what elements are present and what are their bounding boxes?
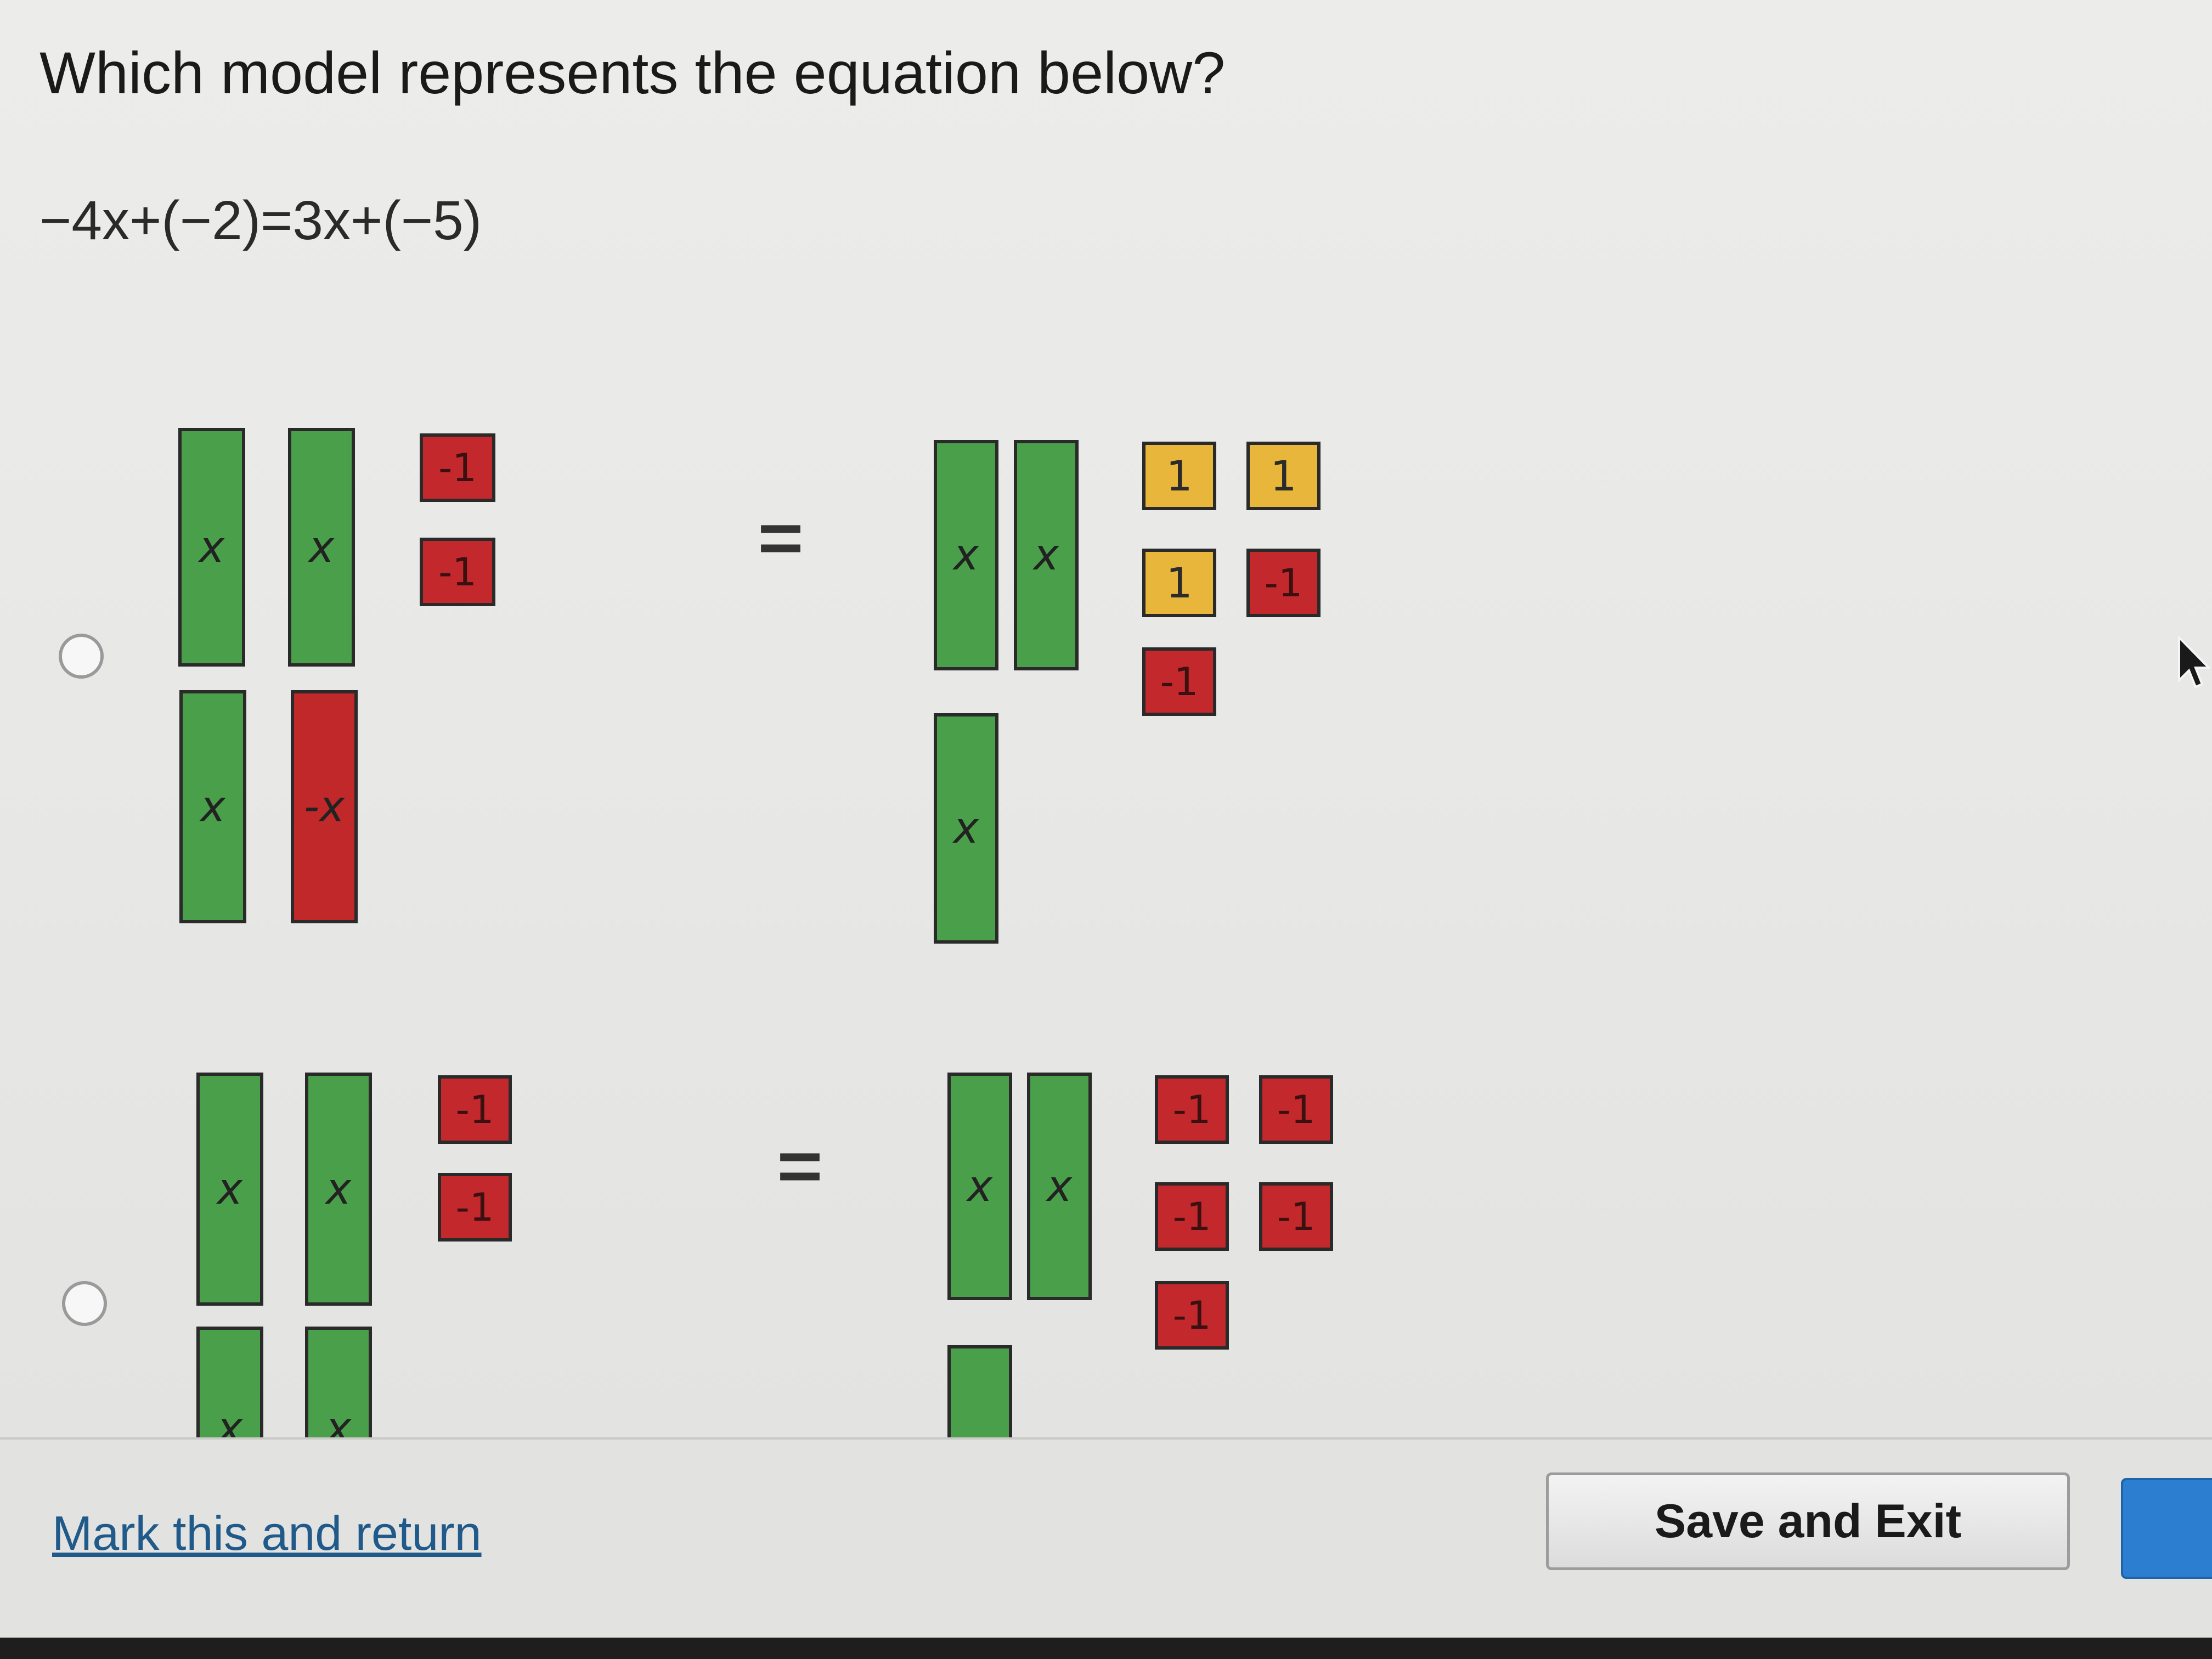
question-screen: Which model represents the equation belo… — [0, 0, 2212, 1437]
negative-one-tile: -1 — [438, 1173, 512, 1242]
negative-one-tile: -1 — [1155, 1182, 1229, 1251]
negative-one-tile: -1 — [1259, 1075, 1333, 1144]
mark-and-return-link[interactable]: Mark this and return — [52, 1505, 482, 1561]
negative-one-tile: -1 — [420, 538, 495, 606]
x-tile: x — [196, 1073, 263, 1306]
x-tile: x — [934, 440, 998, 670]
next-button[interactable] — [2121, 1478, 2212, 1579]
negative-one-tile: -1 — [1142, 647, 1216, 716]
negative-one-tile: -1 — [1155, 1281, 1229, 1350]
equals-sign: = — [777, 1126, 823, 1206]
negative-one-tile: -1 — [438, 1075, 512, 1144]
save-and-exit-button[interactable]: Save and Exit — [1546, 1472, 2070, 1570]
x-tile: x — [305, 1327, 372, 1437]
negative-one-tile: -1 — [1259, 1182, 1333, 1251]
negative-one-tile: -1 — [1155, 1075, 1229, 1144]
x-tile: x — [947, 1345, 1012, 1437]
footer-bar: Mark this and return Save and Exit — [0, 1437, 2212, 1640]
question-prompt: Which model represents the equation belo… — [40, 40, 1226, 106]
x-tile: x — [178, 428, 245, 667]
equals-sign: = — [758, 498, 804, 578]
positive-one-tile: 1 — [1246, 442, 1321, 510]
x-tile: x — [1014, 440, 1079, 670]
x-tile: x — [947, 1073, 1012, 1300]
negative-x-tile: -x — [291, 690, 358, 923]
positive-one-tile: 1 — [1142, 442, 1216, 510]
x-tile: x — [934, 713, 998, 944]
positive-one-tile: 1 — [1142, 549, 1216, 617]
x-tile: x — [179, 690, 246, 923]
negative-one-tile: -1 — [1246, 549, 1321, 617]
answer-option-2[interactable]: x x x x -1 -1 = x x x -1 -1 -1 -1 -1 — [0, 1073, 2212, 1437]
x-tile: x — [305, 1073, 372, 1306]
option-1-radio[interactable] — [59, 634, 104, 679]
screen-bezel — [0, 1638, 2212, 1659]
equation: −4x+(−2)=3x+(−5) — [40, 190, 482, 251]
x-tile: x — [288, 428, 355, 667]
x-tile: x — [196, 1327, 263, 1437]
x-tile: x — [1027, 1073, 1092, 1300]
mouse-pointer-icon — [2177, 635, 2211, 694]
option-2-radio[interactable] — [62, 1281, 107, 1326]
answer-option-1[interactable]: x x x -x -1 -1 = x x x 1 1 1 -1 -1 — [0, 428, 2212, 955]
negative-one-tile: -1 — [420, 433, 495, 502]
